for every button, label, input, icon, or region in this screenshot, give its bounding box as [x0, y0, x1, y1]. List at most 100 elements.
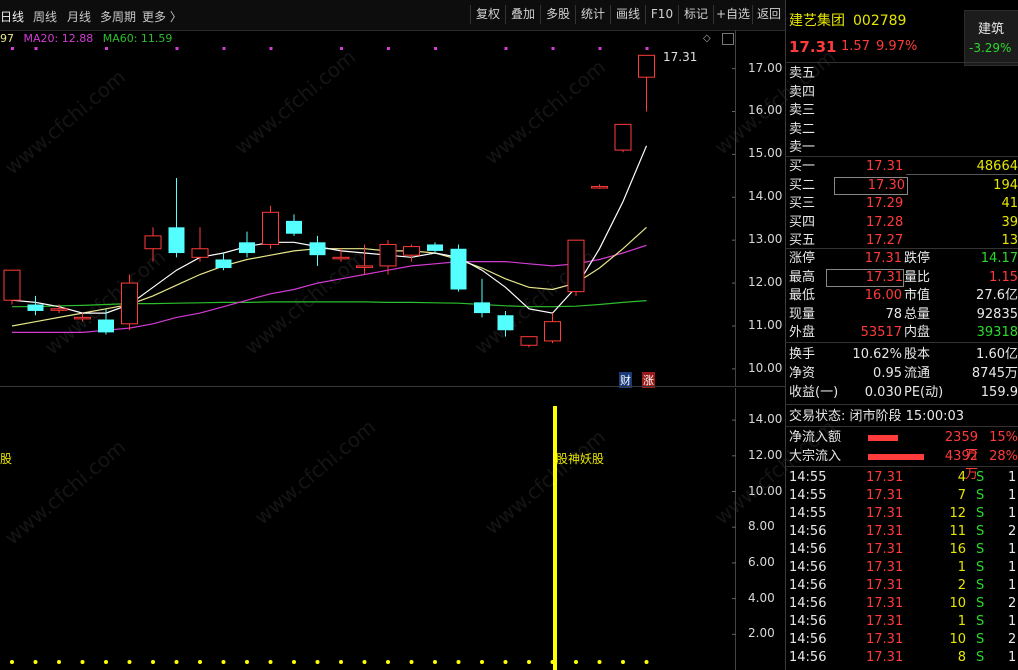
expand-icon[interactable]	[722, 33, 734, 45]
pane-divider[interactable]	[0, 386, 785, 387]
candle-body	[309, 242, 326, 256]
mark-button[interactable]: 标记	[678, 5, 713, 24]
buy-level-price[interactable]: 17.30	[834, 176, 908, 195]
sell-level-label: 卖五	[789, 66, 816, 81]
candle-body	[144, 235, 162, 250]
diamond-icon[interactable]: ◇	[703, 33, 713, 44]
tick-volume: 1	[957, 614, 966, 629]
multi-stock-button[interactable]: 多股	[540, 5, 575, 24]
baseline-dot	[480, 660, 484, 664]
signal-dot	[645, 47, 649, 50]
candle-body	[379, 243, 397, 267]
f10-button[interactable]: F10	[645, 5, 678, 24]
buy-level-volume: 39	[1001, 214, 1018, 230]
tab-daily[interactable]: 日线	[0, 8, 24, 25]
tab-weekly[interactable]: 周线	[33, 8, 57, 25]
sector-name: 建筑	[978, 22, 1005, 37]
indicator-chart[interactable]	[0, 388, 736, 670]
fundamental-value: 10.62%	[852, 347, 902, 362]
buy-level-price[interactable]: 17.29	[866, 195, 906, 213]
divider	[786, 466, 1018, 467]
divider	[786, 248, 1018, 249]
candle-body	[239, 242, 255, 254]
divider	[786, 426, 1018, 427]
price-tick-label: 15.00	[748, 146, 783, 161]
tick-count: 1	[1008, 614, 1017, 629]
signal-dot	[387, 47, 390, 50]
tick-count: 2	[1008, 524, 1017, 539]
divider	[786, 156, 1018, 157]
buy-level-volume: 194	[993, 177, 1018, 193]
stat-label: 现量	[789, 306, 816, 322]
stat-label: 最高	[789, 269, 816, 285]
sector-box[interactable]: 建筑 -3.29%	[964, 10, 1018, 66]
add-watchlist-button[interactable]: +自选	[713, 5, 752, 24]
tick-volume: 8	[957, 650, 966, 665]
baseline-dot	[221, 660, 226, 664]
candle-body	[427, 244, 443, 251]
tick-volume: 4	[957, 470, 966, 485]
flow-bar	[868, 454, 924, 460]
ma10-line	[11, 226, 647, 327]
baseline-dot	[245, 660, 249, 664]
tick-volume: 1	[957, 560, 966, 575]
tick-volume: 10	[949, 596, 966, 611]
signal-dot	[340, 47, 343, 50]
candlestick-chart[interactable]	[0, 30, 736, 386]
candle-body	[403, 246, 420, 256]
indicator-tick-label: 12.00	[748, 447, 783, 462]
buy-level-price[interactable]: 17.31	[866, 158, 906, 176]
divider	[786, 342, 1018, 343]
sell-level-label: 卖二	[789, 121, 816, 137]
stat-value: 17.31	[864, 251, 902, 266]
flow-pct: 28%	[989, 449, 1018, 464]
candle-body	[262, 211, 279, 245]
statistics-button[interactable]: 统计	[575, 5, 610, 24]
sell-level-label: 卖四	[789, 84, 816, 100]
stock-name: 建艺集团	[789, 13, 845, 29]
baseline-dot	[127, 660, 132, 664]
tick-count: 2	[1008, 596, 1017, 611]
baseline-dot	[151, 660, 155, 664]
candle-body	[215, 259, 232, 269]
baseline-dot	[315, 660, 320, 664]
candle-body	[332, 256, 350, 260]
candle-body	[497, 315, 514, 331]
candle-body	[121, 282, 138, 325]
price-tick-label: 10.00	[748, 360, 783, 375]
stat-label: 涨停	[789, 251, 816, 266]
tab-more[interactable]: 更多 〉	[142, 8, 182, 25]
tick-count: 1	[1008, 470, 1017, 485]
fundamental-value: 0.030	[864, 385, 902, 400]
tab-multi-period[interactable]: 多周期	[100, 8, 136, 25]
signal-dot	[504, 47, 508, 50]
baseline-dot	[433, 660, 437, 664]
candle-body	[50, 308, 68, 311]
candle-body	[450, 248, 467, 290]
candle-body	[98, 319, 114, 333]
stat-value: 16.00	[864, 288, 902, 303]
divider	[786, 62, 1018, 63]
divider	[906, 174, 1018, 175]
flow-bar	[868, 435, 898, 441]
baseline-dot	[621, 660, 625, 664]
tick-volume: 7	[957, 488, 966, 503]
back-button[interactable]: 返回	[752, 5, 785, 24]
draw-line-button[interactable]: 画线	[610, 5, 645, 24]
quote-panel: 建艺集团 002789 17.31 1.57 9.97% 建筑 -3.29% 卖…	[786, 0, 1018, 670]
candle-body	[614, 123, 632, 151]
baseline-dot	[386, 660, 390, 664]
buy-level-price[interactable]: 17.28	[866, 214, 906, 232]
fundamental-value: 159.9	[980, 385, 1018, 400]
adjust-button[interactable]: 复权	[470, 5, 505, 24]
price-change: 1.57	[841, 39, 870, 54]
overlay-button[interactable]: 叠加	[505, 5, 540, 24]
trade-status: 交易状态: 闭市阶段 15:00:03	[789, 409, 965, 424]
signal-dot	[34, 47, 38, 50]
baseline-dot	[644, 660, 649, 664]
indicator-tick-label: 8.00	[748, 519, 775, 534]
tab-monthly[interactable]: 月线	[67, 8, 91, 25]
indicator-tick-label: 14.00	[748, 412, 783, 427]
signal-dot	[175, 47, 179, 50]
baseline-dot	[104, 660, 108, 664]
